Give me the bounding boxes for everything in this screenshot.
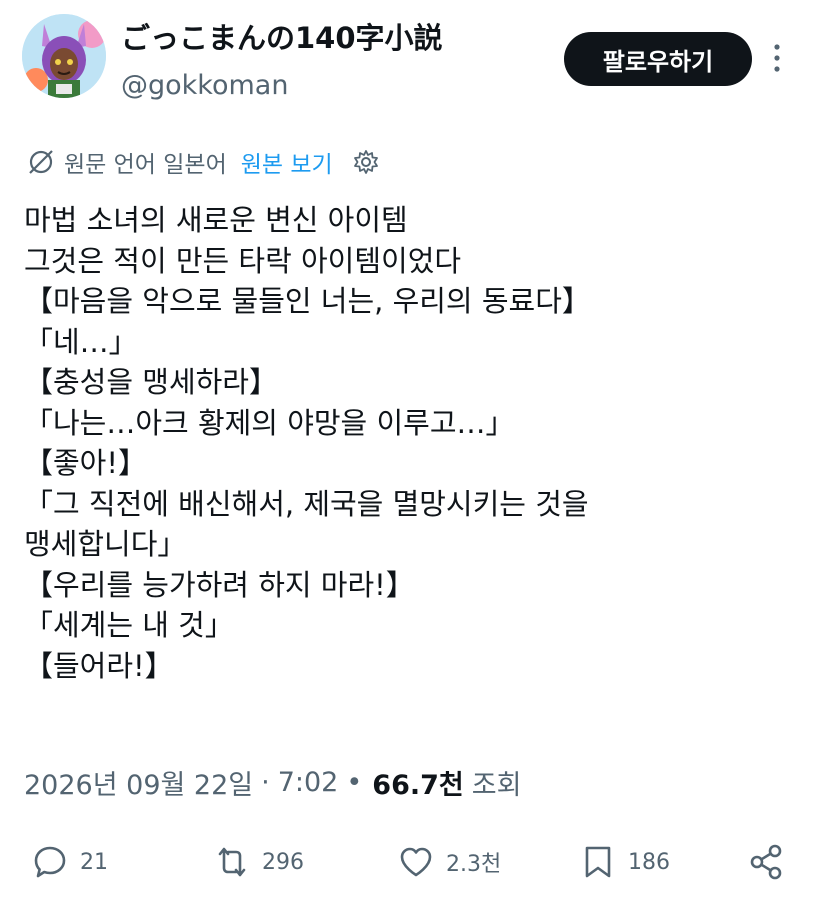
tweet-line: 「네…」 (24, 324, 138, 359)
tweet-line: 【좋아!】 (24, 446, 147, 480)
tweet-line: 【충성을 맹세하라】 (24, 365, 278, 399)
tweet-line: 【들어라!】 (24, 648, 174, 683)
tweet-date[interactable]: 2026년 09월 22일 (24, 763, 253, 802)
bookmark-count: 186 (628, 849, 670, 875)
avatar[interactable] (22, 14, 106, 98)
tweet-line: 마법 소녀의 새로운 변신 아이템 (24, 203, 408, 237)
repost-button[interactable]: 296 (212, 834, 304, 890)
meta-bullet: • (346, 766, 363, 798)
reply-icon (34, 846, 66, 878)
share-icon (750, 844, 782, 880)
tweet-line: 「그 직전에 배신해서, 제국을 멸망시키는 것을 (24, 486, 589, 521)
tweet-line: 맹세합니다」 (24, 527, 187, 561)
action-bar: 21 296 2.3천 186 (0, 834, 816, 890)
tweet-line: 「세계는 내 것」 (24, 608, 234, 642)
like-button[interactable]: 2.3천 (396, 834, 501, 890)
tweet-time[interactable]: 7:02 (278, 767, 339, 798)
tweet-line: 【마음을 악으로 물들인 너는, 우리의 동료다】 (24, 284, 591, 318)
author-handle[interactable]: @gokkoman (121, 68, 288, 104)
view-original-link[interactable]: 원본 보기 (241, 145, 333, 179)
heart-icon (400, 847, 432, 877)
source-language-label: 원문 언어 일본어 (64, 152, 227, 178)
bookmark-button[interactable]: 186 (578, 834, 670, 890)
repost-icon (218, 847, 246, 877)
tweet-line: 그것은 적이 만든 타락 아이템이었다 (24, 243, 462, 278)
reply-count: 21 (80, 849, 108, 875)
tweet-line: 【우리를 능가하려 하지 마라!】 (24, 567, 415, 602)
view-count[interactable]: 66.7천 (372, 763, 463, 802)
bookmark-icon (585, 846, 611, 878)
more-options-icon[interactable] (770, 42, 784, 74)
translate-slash-icon (29, 150, 53, 174)
translation-bar: 원문 언어 일본어 원본 보기 (26, 140, 379, 184)
reply-button[interactable]: 21 (30, 834, 108, 890)
author-display-name[interactable]: ごっこまんの140字小説 (121, 18, 443, 58)
gear-icon[interactable] (353, 149, 379, 175)
follow-button[interactable]: 팔로우하기 (564, 32, 752, 86)
tweet-meta: 2026년 09월 22일 · 7:02 • 66.7천 조회 (24, 760, 521, 804)
avatar-illustration (22, 14, 106, 98)
repost-count: 296 (262, 849, 304, 875)
view-count-label: 조회 (471, 769, 522, 801)
like-count: 2.3천 (446, 852, 502, 877)
tweet-text: 마법 소녀의 새로운 변신 아이템 그것은 적이 만든 타락 아이템이었다 【마… (24, 200, 794, 686)
share-button[interactable] (746, 834, 786, 890)
tweet-line: 「나는…아크 황제의 야망을 이루고…」 (24, 405, 515, 440)
meta-separator: · (261, 766, 270, 798)
